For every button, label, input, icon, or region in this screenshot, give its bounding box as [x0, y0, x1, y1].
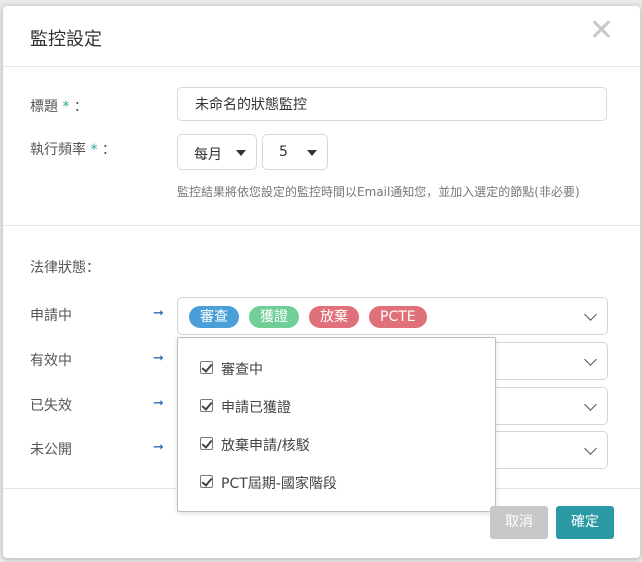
- modal-title: 監控設定: [30, 29, 102, 50]
- checkbox-checked-icon[interactable]: [200, 361, 213, 374]
- monitor-settings-dialog: 監控設定 ✕ 標題 * ： 執行頻率 * ： 每月 5 監控結果將依您設定的監控…: [3, 6, 640, 558]
- required-mark: *: [62, 99, 70, 115]
- chevron-down-icon: [584, 398, 597, 411]
- chevron-down-icon: [584, 442, 597, 455]
- caret-down-icon: [307, 150, 317, 156]
- arrow-right-icon: ➞: [153, 396, 164, 411]
- frequency-unit-value: 每月: [194, 147, 222, 163]
- legal-status-label: 法律狀態：: [30, 260, 100, 276]
- arrow-right-icon: ➞: [153, 440, 164, 455]
- title-input[interactable]: [177, 87, 607, 121]
- tag-pcte[interactable]: PCTE: [369, 306, 427, 328]
- confirm-button[interactable]: 確定: [556, 506, 614, 539]
- frequency-day-select[interactable]: 5: [262, 134, 328, 170]
- required-mark: *: [90, 142, 98, 158]
- status-row-label-unpublished: 未公開: [30, 442, 72, 458]
- label-colon: ：: [101, 142, 116, 158]
- arrow-right-icon: ➞: [153, 351, 164, 366]
- status-row-label-expired: 已失效: [30, 398, 72, 414]
- frequency-label: 執行頻率 * ：: [30, 139, 116, 159]
- dropdown-option-label: 放棄申請/核駁: [221, 438, 310, 454]
- status-select-pending[interactable]: 審查 獲證 放棄 PCTE: [177, 297, 608, 335]
- checkbox-checked-icon[interactable]: [200, 475, 213, 488]
- chevron-down-icon: [584, 308, 597, 321]
- frequency-unit-select[interactable]: 每月: [177, 134, 257, 170]
- frequency-day-value: 5: [279, 144, 288, 160]
- chevron-down-icon: [584, 353, 597, 366]
- tag-review[interactable]: 審查: [189, 306, 239, 328]
- checkbox-checked-icon[interactable]: [200, 437, 213, 450]
- caret-down-icon: [236, 150, 246, 156]
- hint-text: 監控結果將依您設定的監控時間以Email通知您，並加入選定的節點(非必要): [177, 185, 580, 199]
- checkbox-checked-icon[interactable]: [200, 399, 213, 412]
- modal-header: 監控設定 ✕: [3, 6, 640, 67]
- tag-abandoned[interactable]: 放棄: [309, 306, 359, 328]
- dropdown-option-label: 審查中: [221, 362, 263, 378]
- label-colon: ：: [73, 99, 88, 115]
- status-row-label-active: 有效中: [30, 353, 72, 369]
- frequency-label-text: 執行頻率: [30, 142, 86, 158]
- dropdown-option-label: 申請已獲證: [221, 400, 291, 416]
- close-icon[interactable]: ✕: [589, 16, 614, 46]
- title-label: 標題 * ：: [30, 96, 88, 116]
- cancel-button[interactable]: 取消: [490, 506, 548, 539]
- status-row-label-pending: 申請中: [30, 308, 72, 324]
- tag-granted[interactable]: 獲證: [249, 306, 299, 328]
- title-label-text: 標題: [30, 99, 58, 115]
- status-dropdown-menu: 審查中 申請已獲證 放棄申請/核駁 PCT屆期-國家階段: [177, 337, 496, 512]
- section-divider: [3, 225, 640, 226]
- dropdown-option-label: PCT屆期-國家階段: [221, 476, 337, 492]
- arrow-right-icon: ➞: [153, 306, 164, 321]
